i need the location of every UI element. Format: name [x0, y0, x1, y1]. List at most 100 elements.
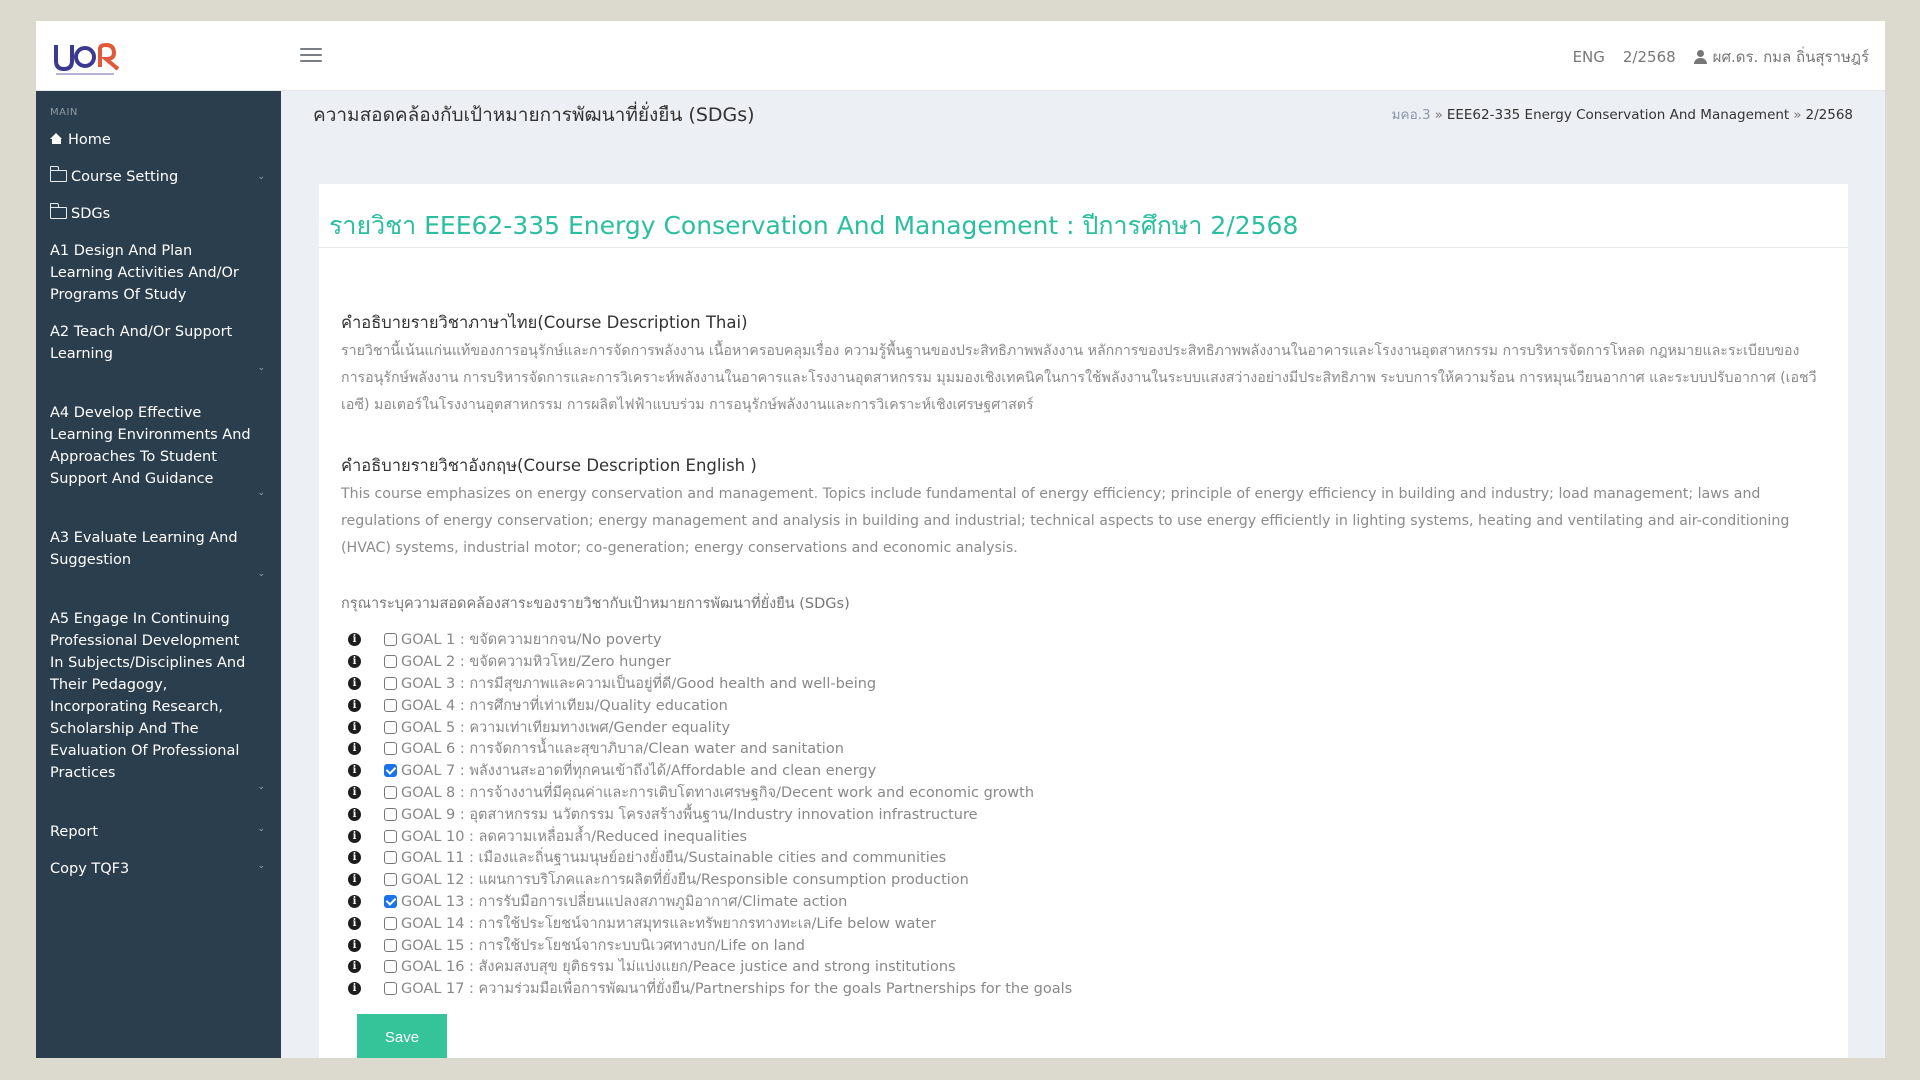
- sdg-goal-checkbox[interactable]: [384, 916, 397, 930]
- sdg-goal-checkbox[interactable]: [384, 873, 397, 887]
- sdg-goal-checkbox[interactable]: [384, 676, 397, 690]
- sdg-goal-label[interactable]: GOAL 12 : แผนการบริโภคและการผลิตที่ยั่งย…: [401, 868, 969, 891]
- breadcrumb-link-tqf3[interactable]: มคอ.3: [1392, 107, 1431, 123]
- info-circle-icon[interactable]: i: [348, 982, 361, 996]
- info-circle-icon[interactable]: i: [348, 851, 361, 865]
- sdg-goal-label[interactable]: GOAL 2 : ขจัดความหิวโหย/Zero hunger: [401, 650, 671, 673]
- sdg-goal-row: i GOAL 17 : ความร่วมมือเพื่อการพัฒนาที่ยั…: [341, 978, 1818, 1000]
- sdg-goal-checkbox[interactable]: [384, 785, 397, 799]
- info-circle-icon[interactable]: i: [348, 676, 361, 690]
- top-bar: ENG 2/2568 ผศ.ดร. กมล ถิ่นสุราษฎร์: [36, 21, 1885, 91]
- sidebar-section-label: MAIN: [50, 107, 78, 118]
- info-circle-icon[interactable]: i: [348, 720, 361, 734]
- sdg-goal-label[interactable]: GOAL 10 : ลดความเหลื่อมล้ำ/Reduced inequ…: [401, 825, 747, 848]
- sidebar-item-a3[interactable]: A3 Evaluate Learning And Suggestion ⌄: [36, 527, 281, 579]
- sdg-goal-label[interactable]: GOAL 17 : ความร่วมมือเพื่อการพัฒนาที่ยั่…: [401, 977, 1072, 1000]
- sdg-goal-checkbox[interactable]: [384, 938, 397, 952]
- sdg-goal-row: i GOAL 3 : การมีสุขภาพและความเป็นอยู่ที่ด…: [341, 673, 1818, 695]
- sdg-goal-checkbox[interactable]: [384, 851, 397, 865]
- info-circle-icon[interactable]: i: [348, 655, 361, 669]
- info-circle-icon[interactable]: i: [348, 807, 361, 821]
- sdg-goal-checkbox[interactable]: [384, 633, 397, 647]
- sdg-goal-label[interactable]: GOAL 11 : เมืองและถิ่นฐานมนุษย์อย่างยั่ง…: [401, 846, 946, 869]
- sdg-goal-checkbox[interactable]: [384, 720, 397, 734]
- sidebar-item-a4[interactable]: A4 Develop Effective Learning Environmen…: [36, 402, 281, 498]
- sidebar-item-label: Report: [50, 824, 99, 840]
- sidebar-item-report[interactable]: Report ⌄: [36, 821, 281, 843]
- chevron-down-icon: ⌄: [257, 824, 265, 834]
- user-menu[interactable]: ผศ.ดร. กมล ถิ่นสุราษฎร์: [1693, 45, 1869, 69]
- university-logo[interactable]: [52, 39, 122, 79]
- info-circle-icon[interactable]: i: [348, 785, 361, 799]
- info-circle-icon[interactable]: i: [348, 764, 361, 778]
- sdg-goal-label[interactable]: GOAL 13 : การรับมือการเปลี่ยนแปลงสภาพภูม…: [401, 890, 847, 913]
- breadcrumb-separator: »: [1434, 107, 1443, 123]
- panel-heading: รายวิชา EEE62-335 Energy Conservation An…: [319, 184, 1848, 248]
- language-toggle[interactable]: ENG: [1573, 48, 1605, 66]
- chevron-down-icon: ⌄: [257, 488, 265, 498]
- sdg-goal-label[interactable]: GOAL 7 : พลังงานสะอาดที่ทุกคนเข้าถึงได้/…: [401, 759, 876, 782]
- sdg-goal-checkbox[interactable]: [384, 894, 397, 908]
- save-button[interactable]: Save: [357, 1014, 447, 1058]
- sdg-goal-checkbox[interactable]: [384, 982, 397, 996]
- breadcrumb-course: EEE62-335 Energy Conservation And Manage…: [1446, 107, 1790, 123]
- sidebar-item-a1[interactable]: A1 Design And Plan Learning Activities A…: [36, 240, 281, 306]
- info-circle-icon[interactable]: i: [348, 873, 361, 887]
- sdg-goal-checkbox[interactable]: [384, 698, 397, 712]
- sidebar-item-label: A3 Evaluate Learning And Suggestion: [50, 530, 238, 568]
- sdg-goal-label[interactable]: GOAL 1 : ขจัดความยากจน/No poverty: [401, 628, 662, 651]
- sdg-goal-checkbox[interactable]: [384, 960, 397, 974]
- english-description-title: คำอธิบายรายวิชาอังกฤษ(Course Description…: [341, 456, 757, 475]
- sidebar-item-home[interactable]: Home: [36, 129, 281, 151]
- sdg-goal-label[interactable]: GOAL 9 : อุตสาหกรรม นวัตกรรม โครงสร้างพื…: [401, 803, 978, 826]
- breadcrumb: มคอ.3» EEE62-335 Energy Conservation And …: [1392, 103, 1853, 125]
- info-circle-icon[interactable]: i: [348, 938, 361, 952]
- sdg-goal-label[interactable]: GOAL 3 : การมีสุขภาพและความเป็นอยู่ที่ดี…: [401, 672, 876, 695]
- sdg-goal-label[interactable]: GOAL 4 : การศึกษาที่เท่าเทียม/Quality ed…: [401, 694, 728, 717]
- sdg-goal-checkbox[interactable]: [384, 655, 397, 669]
- sdg-goal-row: i GOAL 10 : ลดความเหลื่อมล้ำ/Reduced ineq…: [341, 825, 1818, 847]
- breadcrumb-separator: »: [1793, 107, 1802, 123]
- chevron-down-icon: ⌄: [257, 569, 265, 579]
- sdg-goal-row: i GOAL 6 : การจัดการน้ำและสุขาภิบาล/Clean…: [341, 738, 1818, 760]
- user-icon: [1693, 50, 1707, 64]
- breadcrumb-term: 2/2568: [1805, 107, 1854, 123]
- sdg-goal-row: i GOAL 7 : พลังงานสะอาดที่ทุกคนเข้าถึงได้…: [341, 760, 1818, 782]
- info-circle-icon[interactable]: i: [348, 633, 361, 647]
- sdg-goal-label[interactable]: GOAL 5 : ความเท่าเทียมทางเพศ/Gender equa…: [401, 716, 730, 739]
- header-right: ENG 2/2568 ผศ.ดร. กมล ถิ่นสุราษฎร์: [1573, 45, 1869, 69]
- sdg-goal-row: i GOAL 1 : ขจัดความยากจน/No poverty: [341, 629, 1818, 651]
- sdg-goal-label[interactable]: GOAL 14 : การใช้ประโยชน์จากมหาสมุทรและทร…: [401, 912, 936, 935]
- sdg-goal-checkbox[interactable]: [384, 807, 397, 821]
- sdg-prompt: กรุณาระบุความสอดคล้องสาระของรายวิชากับเป…: [341, 596, 850, 612]
- sdg-goal-checkbox[interactable]: [384, 764, 397, 778]
- sdg-goal-row: i GOAL 4 : การศึกษาที่เท่าเทียม/Quality e…: [341, 694, 1818, 716]
- sdg-goal-label[interactable]: GOAL 8 : การจ้างงานที่มีคุณค่าและการเติบ…: [401, 781, 1034, 804]
- sdg-goal-label[interactable]: GOAL 16 : สังคมสงบสุข ยุติธรรม ไม่แบ่งแย…: [401, 955, 956, 978]
- english-description-text: This course emphasizes on energy conserv…: [341, 486, 1790, 556]
- sidebar-item-a2[interactable]: A2 Teach And/Or Support Learning ⌄: [36, 321, 281, 373]
- sdg-goal-row: i GOAL 16 : สังคมสงบสุข ยุติธรรม ไม่แบ่งแ…: [341, 956, 1818, 978]
- sdg-goal-label[interactable]: GOAL 6 : การจัดการน้ำและสุขาภิบาล/Clean …: [401, 737, 844, 760]
- sdg-goal-label[interactable]: GOAL 15 : การใช้ประโยชน์จากระบบนิเวศทางบ…: [401, 934, 805, 957]
- info-circle-icon[interactable]: i: [348, 742, 361, 756]
- info-circle-icon[interactable]: i: [348, 698, 361, 712]
- info-circle-icon[interactable]: i: [348, 916, 361, 930]
- home-icon: [50, 133, 63, 144]
- sdg-goal-checkbox[interactable]: [384, 829, 397, 843]
- sidebar-item-sdgs[interactable]: SDGs: [36, 203, 281, 225]
- sidebar-item-course-setting[interactable]: Course Setting ⌄: [36, 166, 281, 188]
- sdg-goal-checkbox[interactable]: [384, 742, 397, 756]
- thai-description-text: รายวิชานี้เน้นแก่นแท้ของการอนุรักษ์และกา…: [341, 343, 1817, 413]
- info-circle-icon[interactable]: i: [348, 829, 361, 843]
- hamburger-menu-icon[interactable]: [300, 48, 322, 64]
- term-label: 2/2568: [1622, 48, 1676, 66]
- panel-body: คำอธิบายรายวิชาภาษาไทย(Course Descriptio…: [319, 310, 1848, 1000]
- info-circle-icon[interactable]: i: [348, 894, 361, 908]
- main-content: ความสอดคล้องกับเป้าหมายการพัฒนาที่ยั่งยื…: [281, 91, 1885, 1058]
- sidebar-item-copy-tqf3[interactable]: Copy TQF3 ⌄: [36, 858, 281, 880]
- chevron-down-icon: ⌄: [257, 861, 265, 871]
- info-circle-icon[interactable]: i: [348, 960, 361, 974]
- sidebar-item-a5[interactable]: A5 Engage In Continuing Professional Dev…: [36, 608, 281, 792]
- sidebar-item-label: Home: [68, 132, 111, 148]
